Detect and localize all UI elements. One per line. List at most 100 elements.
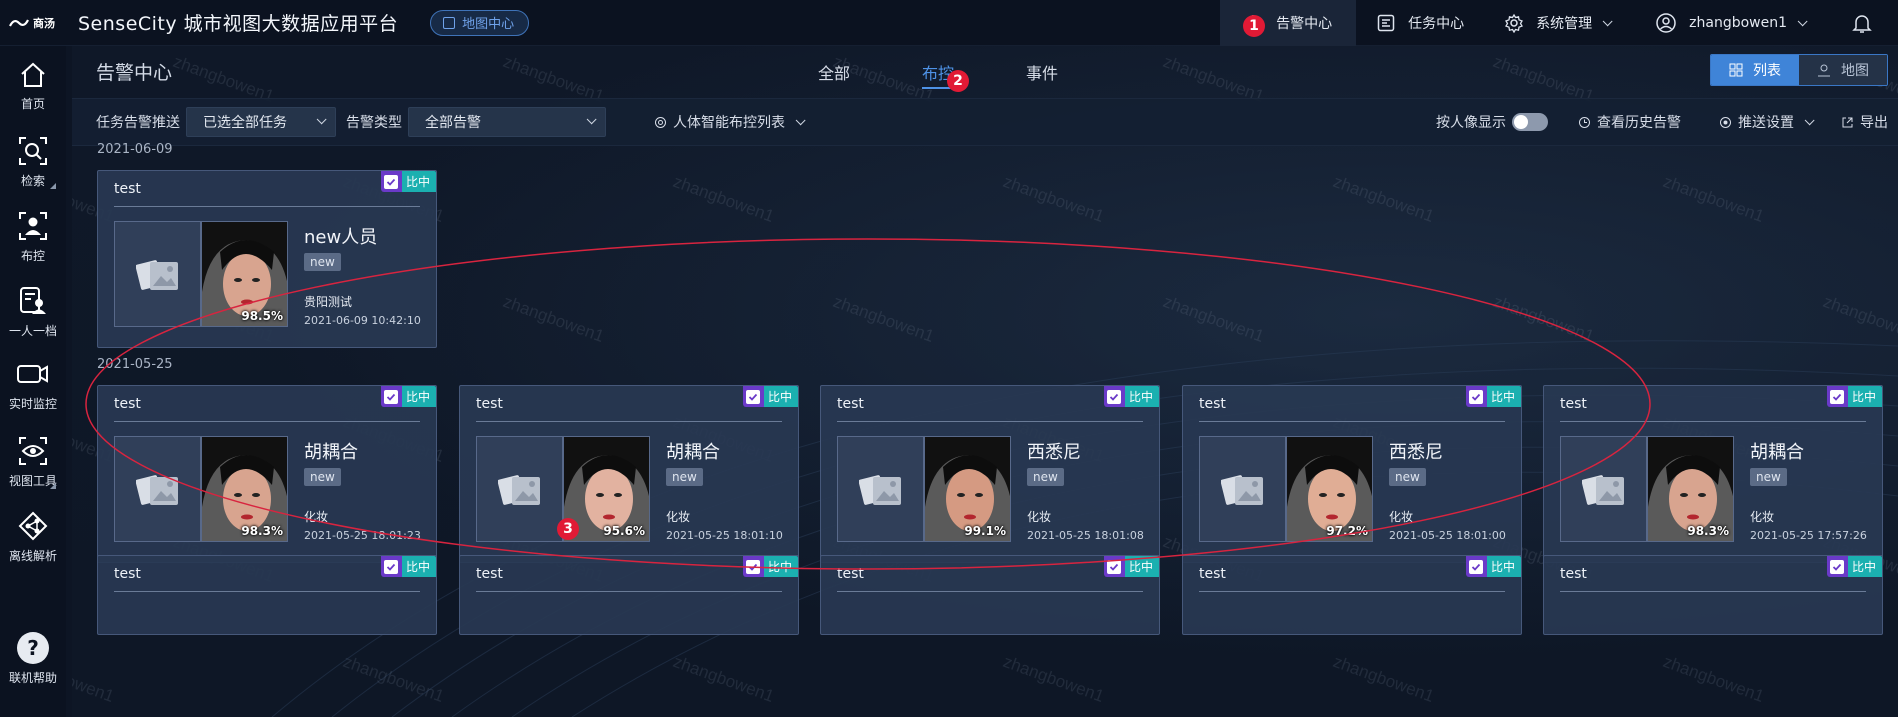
control-list-dropdown[interactable]: 人体智能布控列表 — [654, 112, 806, 132]
map-center-button[interactable]: 地图中心 — [430, 9, 530, 36]
alarm-card[interactable]: test 比中 98.3% 胡耦合 new 化妆 2021-05-25 17:57:26 — [1543, 385, 1883, 563]
alarm-card[interactable]: test 比中 — [1182, 555, 1522, 635]
alarm-card[interactable]: test 比中 — [459, 555, 799, 635]
nav-system-management[interactable]: 系统管理 — [1484, 0, 1629, 46]
alarm-card[interactable]: test 比中 — [820, 555, 1160, 635]
alarm-card[interactable]: test 比中 99.1% 西悉尼 new 化妆 2021-05-25 18:01:08 — [820, 385, 1160, 563]
alarm-card[interactable]: test 比中 98.3% 胡耦合 new 化妆 2021-05-25 18:01:23 — [97, 385, 437, 563]
watermark-text: zhangbowen1 — [1161, 292, 1267, 346]
export-button[interactable]: 导出 — [1841, 112, 1888, 132]
match-badge: 比中 — [1103, 556, 1159, 577]
match-badge-label: 比中 — [1124, 386, 1159, 407]
sidebar-item-control[interactable]: 布控 — [0, 210, 66, 264]
matched-face-image[interactable]: 98.3% — [1647, 436, 1734, 542]
chevron-down-icon — [1797, 15, 1808, 26]
nav-task-center[interactable]: 任务中心 — [1356, 0, 1484, 46]
watermark-text: zhangbowen1 — [341, 652, 447, 706]
sidebar-item-view-tools[interactable]: 视图工具 — [0, 435, 66, 489]
alarm-time: 2021-06-09 10:42:10 — [304, 314, 421, 327]
person-tag: new — [666, 468, 703, 486]
date-group-label: 2021-06-09 — [97, 142, 173, 157]
alarm-location: 化妆 — [666, 510, 691, 524]
alarm-location: 化妆 — [1027, 510, 1052, 524]
check-icon — [1465, 386, 1487, 407]
nav-user-menu[interactable]: zhangbowen1 — [1629, 0, 1840, 46]
sidebar-item-search[interactable]: 检索 — [0, 135, 66, 189]
view-toggle: 列表 地图 — [1710, 54, 1888, 86]
check-icon — [1103, 556, 1125, 577]
sidebar-item-label: 联机帮助 — [8, 671, 57, 685]
export-icon — [1841, 116, 1854, 129]
push-settings-dropdown[interactable]: 推送设置 — [1719, 112, 1815, 132]
person-name: 西悉尼 — [1027, 442, 1081, 463]
sidebar-item-help[interactable]: ? 联机帮助 — [0, 632, 66, 686]
matched-face-image[interactable]: 98.3% — [201, 436, 288, 542]
sidebar-item-live-monitor[interactable]: 实时监控 — [0, 360, 66, 412]
user-icon — [1655, 12, 1677, 34]
card-header: test 比中 — [1544, 556, 1882, 592]
task-select[interactable]: 已选全部任务 — [186, 107, 336, 137]
match-badge: 比中 — [1826, 386, 1882, 407]
person-tag: new — [304, 253, 341, 271]
image-placeholder-icon — [497, 475, 540, 505]
person-tag: new — [304, 468, 341, 486]
map-chip-label: 地图中心 — [462, 17, 515, 32]
annotation-marker-2: 2 — [947, 70, 969, 92]
matched-face-image[interactable]: 97.2% — [1286, 436, 1373, 542]
card-header: test 比中 — [460, 556, 798, 592]
nav-alarm-center[interactable]: 告警中心 — [1220, 0, 1357, 46]
alarm-type-label: 告警类型 — [346, 115, 402, 131]
match-badge: 比中 — [742, 556, 798, 577]
tab-events[interactable]: 事件 — [1026, 60, 1058, 89]
alarm-card[interactable]: test 比中 — [1543, 555, 1883, 635]
image-placeholder-icon — [1581, 475, 1624, 505]
capture-image-placeholder[interactable] — [1199, 436, 1286, 542]
capture-image-placeholder[interactable] — [114, 436, 201, 542]
list-view-button[interactable]: 列表 — [1711, 55, 1799, 85]
match-badge: 比中 — [1465, 556, 1521, 577]
alarm-card[interactable]: test 比中 98.5% new人员 new 贵阳测试 2021-06-09 10:42:… — [97, 170, 437, 348]
matched-face-image[interactable]: 98.5% — [201, 221, 288, 327]
tab-all[interactable]: 全部 — [818, 60, 850, 89]
map-view-button[interactable]: 地图 — [1799, 55, 1887, 85]
alarm-card[interactable]: test 比中 — [97, 555, 437, 635]
main-tabs: 全部 布控 事件 — [818, 60, 1130, 89]
check-icon — [380, 386, 402, 407]
history-alarm-button[interactable]: 查看历史告警 — [1578, 112, 1681, 132]
watermark-text: zhangbowen1 — [501, 292, 607, 346]
sidebar-item-profile[interactable]: 一人一档 — [0, 285, 66, 339]
alarm-card[interactable]: test 比中 95.6% 胡耦合 new 化妆 2021-05-25 18:01:10 — [459, 385, 799, 563]
similarity-score: 98.5% — [241, 309, 283, 323]
sidebar-item-offline-analysis[interactable]: 离线解析 — [0, 510, 66, 564]
matched-face-image[interactable]: 99.1% — [924, 436, 1011, 542]
alarm-location: 贵阳测试 — [304, 295, 353, 309]
alarm-location: 化妆 — [304, 510, 329, 524]
map-chip-icon — [443, 16, 456, 29]
capture-image-placeholder[interactable] — [476, 436, 563, 542]
notification-bell-button[interactable] — [1840, 0, 1898, 46]
alarm-type-select[interactable]: 全部告警 — [408, 107, 606, 137]
card-body: 97.2% 西悉尼 new 化妆 2021-05-25 18:01:00 — [1183, 422, 1521, 552]
eye-icon — [19, 437, 47, 465]
capture-image-placeholder[interactable] — [837, 436, 924, 542]
card-header: test 比中 — [98, 386, 436, 422]
sidebar-item-home[interactable]: 首页 — [0, 60, 66, 112]
check-icon — [1826, 386, 1848, 407]
nav-label: 系统管理 — [1536, 16, 1593, 32]
match-badge: 比中 — [380, 386, 436, 407]
chevron-down-icon — [795, 114, 806, 125]
card-task-name: test — [837, 566, 864, 582]
portrait-toggle[interactable] — [1512, 113, 1548, 131]
check-icon — [380, 556, 402, 577]
alarm-card[interactable]: test 比中 97.2% 西悉尼 new 化妆 2021-05-25 18:01:00 — [1182, 385, 1522, 563]
view-label: 列表 — [1753, 63, 1781, 79]
card-header: test 比中 — [98, 556, 436, 592]
chevron-down-icon — [586, 114, 597, 125]
capture-image-placeholder[interactable] — [114, 221, 201, 327]
image-placeholder-icon — [1220, 475, 1263, 505]
date-group-label: 2021-05-25 — [97, 357, 173, 372]
check-icon — [1826, 556, 1848, 577]
person-name: 西悉尼 — [1389, 442, 1443, 463]
watermark-text: zhangbowen1 — [831, 292, 937, 346]
capture-image-placeholder[interactable] — [1560, 436, 1647, 542]
